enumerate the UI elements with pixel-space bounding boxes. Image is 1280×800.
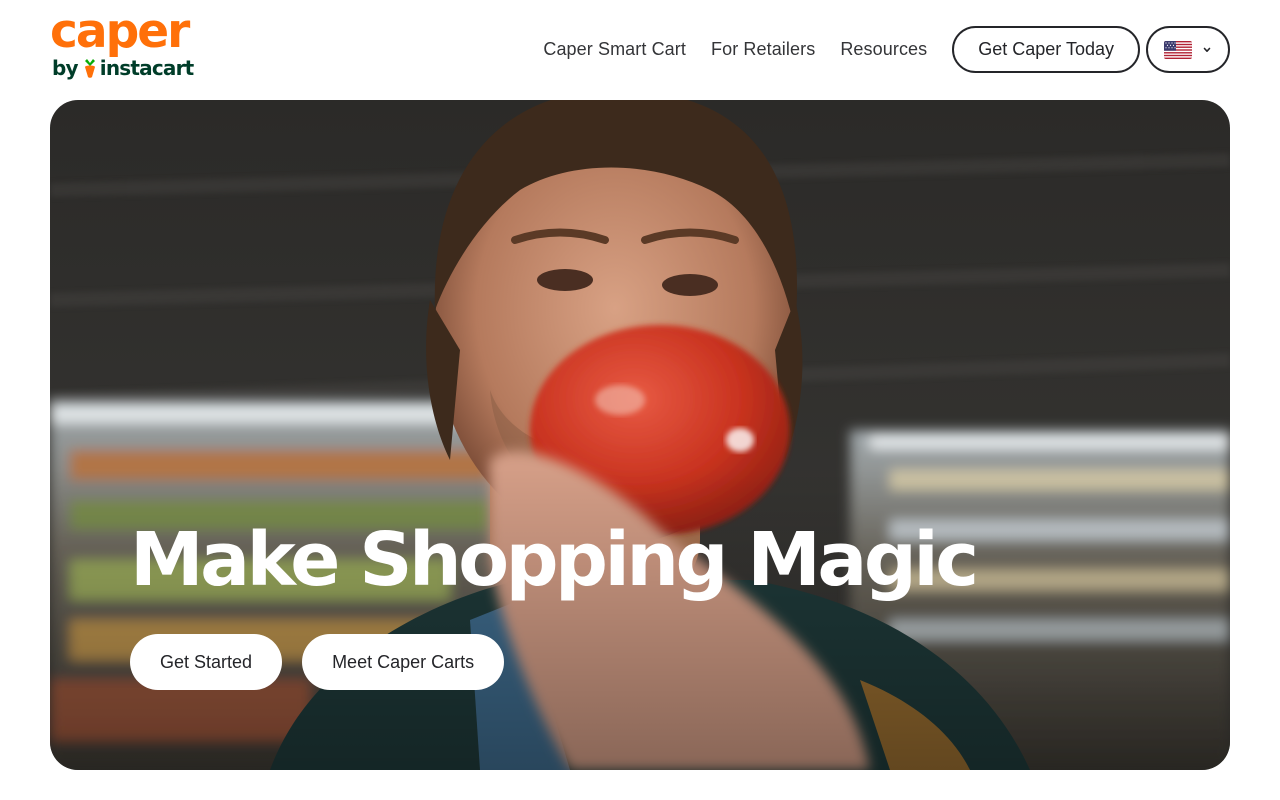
main-nav: Caper Smart Cart For Retailers Resources…: [543, 26, 1230, 73]
hero-title: Make Shopping Magic: [130, 517, 979, 603]
nav-link-caper-smart-cart[interactable]: Caper Smart Cart: [543, 39, 686, 60]
logo-wordmark: caper: [50, 4, 190, 59]
locale-selector[interactable]: [1146, 26, 1230, 73]
chevron-down-icon: [1203, 47, 1211, 52]
logo-by-text: by: [52, 56, 79, 80]
hero-actions: Get Started Meet Caper Carts: [130, 634, 505, 690]
logo-instacart-text: instacart: [99, 56, 194, 80]
carrot-icon: [84, 59, 95, 78]
us-flag-icon: [1164, 40, 1192, 59]
get-caper-today-button[interactable]: Get Caper Today: [952, 26, 1140, 73]
caper-logo[interactable]: caper by instacart: [50, 8, 195, 84]
site-header: caper by instacart Caper Smart Cart For …: [0, 0, 1280, 100]
nav-link-resources[interactable]: Resources: [840, 39, 927, 60]
logo-subline: by instacart: [52, 56, 194, 80]
meet-caper-carts-button[interactable]: Meet Caper Carts: [302, 634, 505, 690]
hero-banner: Make Shopping Magic Get Started Meet Cap…: [50, 100, 1230, 770]
get-started-button[interactable]: Get Started: [130, 634, 283, 690]
nav-link-for-retailers[interactable]: For Retailers: [711, 39, 815, 60]
